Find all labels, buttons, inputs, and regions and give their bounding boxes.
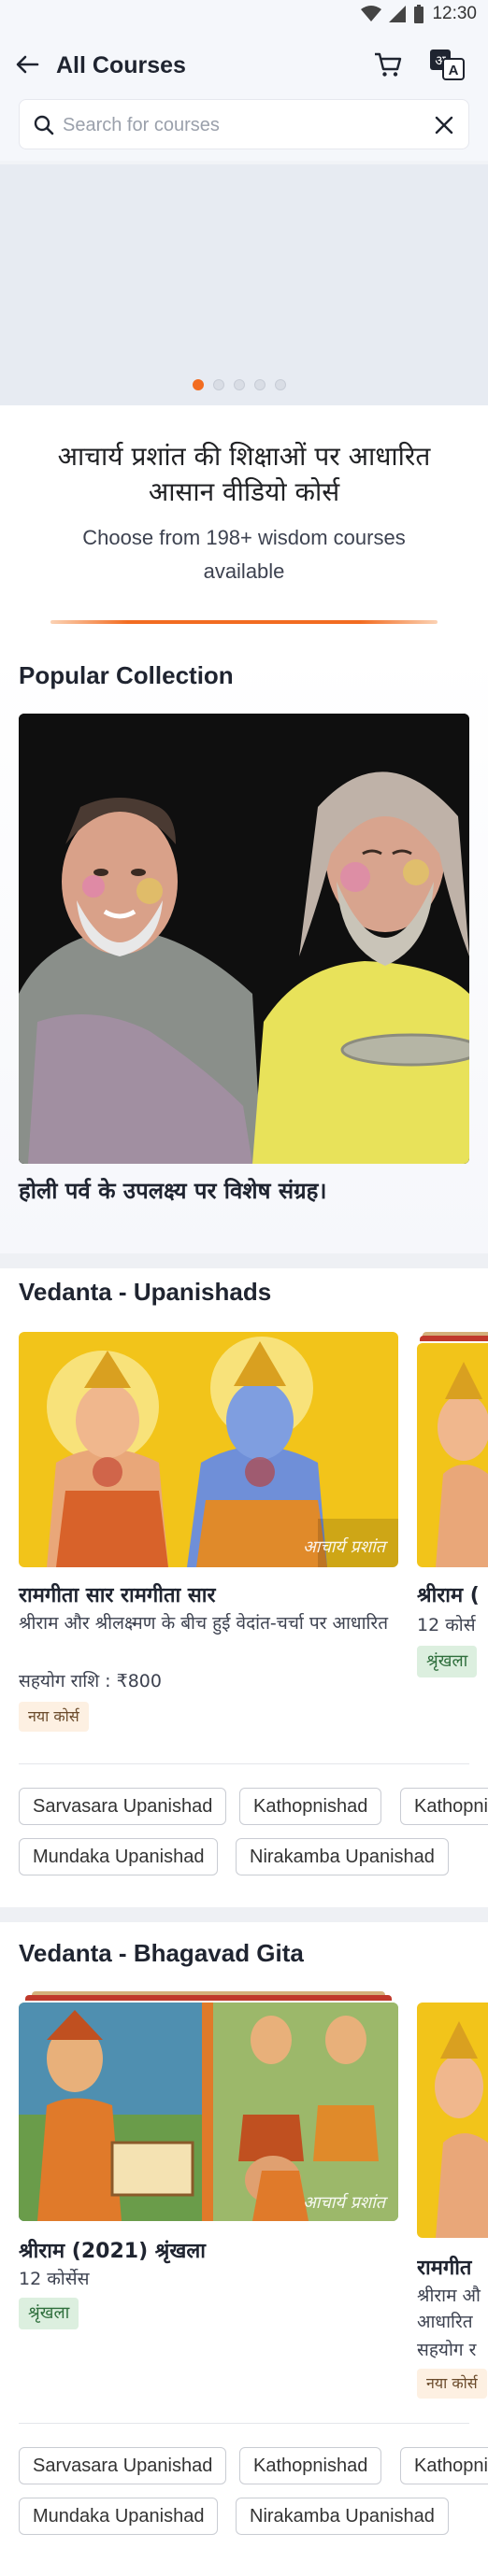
section-title: Vedanta - Upanishads (19, 1278, 272, 1306)
new-course-badge: नया कोर्स (417, 2369, 487, 2399)
course-title: श्रीराम (2021) श्रृंखला (19, 2240, 206, 2263)
battery-icon (414, 5, 424, 23)
course-thumbnail (417, 2003, 488, 2238)
tag-chip[interactable]: Mundaka Upanishad (19, 2498, 219, 2535)
course-price: सहयोग राशि : ₹800 (19, 1671, 162, 1691)
course-title: रामगीत (417, 2257, 472, 2280)
tag-chip[interactable]: Sarvasara Upanishad (19, 2447, 227, 2484)
course-card[interactable]: श्रीराम ( 12 कोर्स श्रृंखला (417, 1332, 488, 1743)
carousel-dot[interactable] (193, 379, 204, 390)
intro-section: आचार्य प्रशांत की शिक्षाओं पर आधारित आसा… (0, 405, 488, 650)
section-separator (0, 1907, 488, 1922)
carousel-dot[interactable] (254, 379, 266, 390)
intro-subtitle: Choose from 198+ wisdom courses availabl… (82, 526, 406, 583)
search-input[interactable] (63, 109, 418, 141)
course-price: सहयोग र (417, 2340, 477, 2360)
section-title: Vedanta - Bhagavad Gita (19, 1939, 304, 1967)
status-time: 12:30 (432, 4, 477, 23)
tag-chip[interactable]: Kathopni (400, 1788, 488, 1825)
page-title: All Courses (56, 52, 186, 78)
course-count: 12 कोर्सेस (19, 2269, 90, 2289)
divider (19, 1763, 469, 1764)
close-icon[interactable] (433, 114, 455, 136)
carousel-indicator (193, 379, 286, 390)
tag-chip[interactable]: Kathopni (400, 2447, 488, 2484)
new-course-badge: नया कोर्स (19, 1702, 89, 1732)
cart-icon[interactable] (372, 49, 404, 80)
banner-carousel[interactable] (0, 164, 488, 405)
language-translate-icon[interactable]: अ A (428, 48, 466, 81)
accent-divider (50, 620, 438, 624)
divider (19, 2423, 469, 2424)
search-box[interactable] (19, 99, 469, 149)
app-bar: All Courses अ A (0, 32, 488, 97)
tag-chip[interactable]: Kathopnishad (239, 1788, 382, 1825)
bhagavad-gita-section: Vedanta - Bhagavad Gita आचार्य प्रशांत श… (0, 1922, 488, 2576)
holi-photo (19, 714, 469, 1164)
course-card[interactable]: रामगीत श्रीराम औ आधारित सहयोग र नया कोर्… (417, 1991, 488, 2402)
search-icon (34, 115, 54, 135)
search-area (0, 97, 488, 161)
carousel-dot[interactable] (275, 379, 286, 390)
course-description: श्रीराम और श्रीलक्ष्मण के बीच हुई वेदांत… (19, 1613, 389, 1634)
signal-icon (389, 6, 407, 22)
watermark-logo: आचार्य प्रशांत (302, 2193, 385, 2213)
tag-chip[interactable]: Mundaka Upanishad (19, 1838, 219, 1875)
course-title: श्रीराम ( (417, 1584, 480, 1607)
section-title: Popular Collection (19, 661, 234, 689)
upanishads-section: Vedanta - Upanishads आचार्य प्रशांत रामग… (0, 1268, 488, 1907)
tag-chip[interactable]: Sarvasara Upanishad (19, 1788, 227, 1825)
carousel-dot[interactable] (234, 379, 245, 390)
course-description: श्रीराम औ (417, 2286, 481, 2306)
wifi-icon (361, 6, 382, 21)
course-thumbnail: आचार्य प्रशांत (19, 2003, 398, 2221)
course-card[interactable]: आचार्य प्रशांत श्रीराम (2021) श्रृंखला 1… (19, 1991, 398, 2402)
popular-collection-section: Popular Collection होली पर्व के उपलक्ष्य… (0, 650, 488, 1253)
back-arrow-icon[interactable] (13, 50, 41, 78)
series-badge: श्रृंखला (19, 2298, 79, 2329)
watermark-logo: आचार्य प्रशांत (302, 1537, 385, 1557)
course-card[interactable]: आचार्य प्रशांत रामगीता सार रामगीता सार श… (19, 1332, 398, 1743)
popular-collection-image[interactable] (19, 714, 469, 1164)
series-badge: श्रृंखला (417, 1646, 478, 1677)
course-count: 12 कोर्स (417, 1615, 476, 1635)
popular-collection-caption: होली पर्व के उपलक्ष्य पर विशेष संग्रह। (19, 1178, 327, 1204)
tag-chip[interactable]: Kathopnishad (239, 2447, 382, 2484)
section-separator (0, 1253, 488, 1268)
course-thumbnail (417, 1343, 488, 1567)
tag-chip[interactable]: Nirakamba Upanishad (236, 2498, 449, 2535)
carousel-dot[interactable] (213, 379, 224, 390)
course-title: रामगीता सार रामगीता सार (19, 1584, 216, 1607)
intro-heading: आचार्य प्रशांत की शिक्षाओं पर आधारित आसा… (57, 441, 431, 507)
svg-text:A: A (449, 63, 459, 78)
tag-chip[interactable]: Nirakamba Upanishad (236, 1838, 449, 1875)
status-bar: 12:30 (0, 0, 488, 32)
course-description: आधारित (417, 2312, 473, 2332)
course-thumbnail: आचार्य प्रशांत (19, 1332, 398, 1567)
